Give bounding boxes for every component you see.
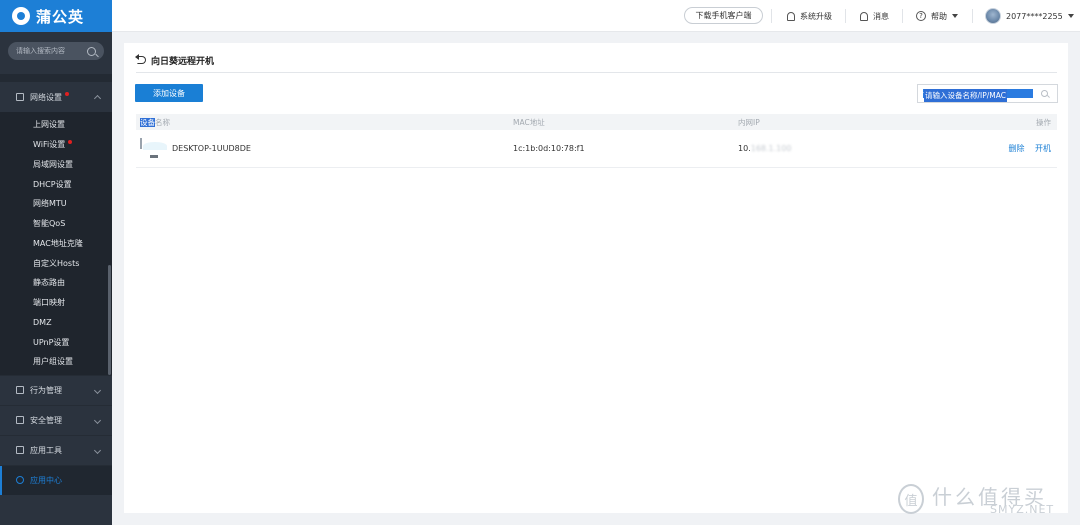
sidebar-group-behavior[interactable]: 行为管理 [0,374,112,405]
upgrade-icon [787,11,795,21]
caret-down-icon [1067,14,1074,18]
content-card: 向日葵远程开机 添加设备 请输入设备名称/IP/MAC 设备名称 MAC地址 内… [124,43,1068,513]
active-indicator [0,465,2,495]
title-divider [136,72,1057,73]
row-actions: 删除 开机 [1000,143,1051,154]
col-mac: MAC地址 [513,117,545,127]
sidebar: 蒲公英 网络设置 上网设置 WiFi设置 局域网设置 DHCP设置 网络MTU … [0,0,112,525]
header-divider [902,9,903,23]
table-row: DESKTOP-1UUD8DE 1c:1b:0d:10:78:f1 10.168… [136,130,1057,168]
notification-dot [65,92,69,96]
col-ip: 内网IP [738,117,760,127]
header-divider [771,9,772,23]
system-upgrade-button[interactable]: 系统升级 [787,0,832,32]
bell-icon [860,11,868,21]
brand-name: 蒲公英 [36,7,85,26]
sidebar-item-static-route[interactable]: 静态路由 [0,273,112,293]
sidebar-scrollbar[interactable] [108,265,111,375]
sidebar-item-port-forward[interactable]: 端口映射 [0,293,112,313]
sidebar-group-tools[interactable]: 应用工具 [0,434,112,465]
behavior-icon [16,386,24,395]
chevron-down-icon [93,446,102,454]
top-header: 下载手机客户端 系统升级 消息 ? 帮助 2077****2255 [112,0,1080,32]
sidebar-item-dhcp[interactable]: DHCP设置 [0,174,112,194]
watermark: 值 什么值得买 SMYZ.NET [898,481,1066,517]
sidebar-item-lan[interactable]: 局域网设置 [0,155,112,175]
col-actions: 操作 [1036,117,1051,127]
chevron-down-icon [93,386,102,394]
search-icon[interactable] [87,46,96,56]
sidebar-item-wifi[interactable]: WiFi设置 [0,135,112,155]
sidebar-item-mtu[interactable]: 网络MTU [0,194,112,214]
sidebar-divider [0,74,112,82]
device-ip: 10.168.1.100 [738,144,792,153]
chevron-up-icon [93,94,102,103]
page-title: 向日葵远程开机 [151,56,215,67]
device-name: DESKTOP-1UUD8DE [172,144,251,153]
delete-device-link[interactable]: 删除 [1008,144,1024,153]
col-device-name: 设备名称 [140,117,170,127]
sidebar-item-hosts[interactable]: 自定义Hosts [0,253,112,273]
device-name-cell: DESKTOP-1UUD8DE [140,137,251,159]
toolbox-icon [16,446,24,455]
wake-device-link[interactable]: 开机 [1035,144,1051,153]
search-icon[interactable] [1041,90,1048,97]
sidebar-item-mac-clone[interactable]: MAC地址克隆 [0,234,112,254]
add-device-button[interactable]: 添加设备 [135,84,203,102]
device-table: 设备名称 MAC地址 内网IP 操作 DESKTOP-1UUD8DE 1c:1b… [136,114,1057,168]
header-divider [972,9,973,23]
sidebar-group-security[interactable]: 安全管理 [0,404,112,435]
download-app-button[interactable]: 下载手机客户端 [684,7,763,24]
table-header: 设备名称 MAC地址 内网IP 操作 [136,114,1057,130]
sidebar-item-internet[interactable]: 上网设置 [0,115,112,135]
user-menu[interactable]: 2077****2255 [985,0,1074,32]
device-mac: 1c:1b:0d:10:78:f1 [513,144,585,153]
header-divider [845,9,846,23]
network-submenu: 上网设置 WiFi设置 局域网设置 DHCP设置 网络MTU 智能QoS MAC… [0,112,112,375]
app-center-icon [16,476,24,485]
avatar [985,8,1001,24]
watermark-sub: SMYZ.NET [990,503,1055,516]
sidebar-item-qos[interactable]: 智能QoS [0,214,112,234]
messages-button[interactable]: 消息 [860,0,889,32]
logo-bar[interactable]: 蒲公英 [0,0,112,32]
shield-icon [16,416,24,425]
caret-down-icon [952,14,958,18]
device-search-input[interactable] [923,89,1033,98]
sidebar-group-network[interactable]: 网络设置 [0,82,112,112]
page-title-bar: 向日葵远程开机 [135,53,215,67]
sidebar-item-upnp[interactable]: UPnP设置 [0,332,112,352]
dandelion-logo-icon [12,7,30,25]
watermark-logo-icon: 值 [898,484,924,514]
device-search-box[interactable]: 请输入设备名称/IP/MAC [917,84,1058,103]
sidebar-search[interactable] [8,42,104,60]
sidebar-item-dmz[interactable]: DMZ [0,313,112,333]
help-icon: ? [916,11,926,21]
sidebar-group-label: 网络设置 [30,92,62,102]
chevron-down-icon [93,416,102,424]
sidebar-group-app-center[interactable]: 应用中心 [0,464,112,495]
ip-redacted: 168.1.100 [750,144,792,153]
sidebar-search-input[interactable] [16,47,86,55]
computer-monitor-icon [140,137,168,159]
back-arrow-icon[interactable] [135,54,146,64]
help-menu[interactable]: ? 帮助 [916,0,958,32]
network-settings-icon [16,93,24,101]
notification-dot [68,139,73,144]
sidebar-item-user-groups[interactable]: 用户组设置 [0,352,112,372]
